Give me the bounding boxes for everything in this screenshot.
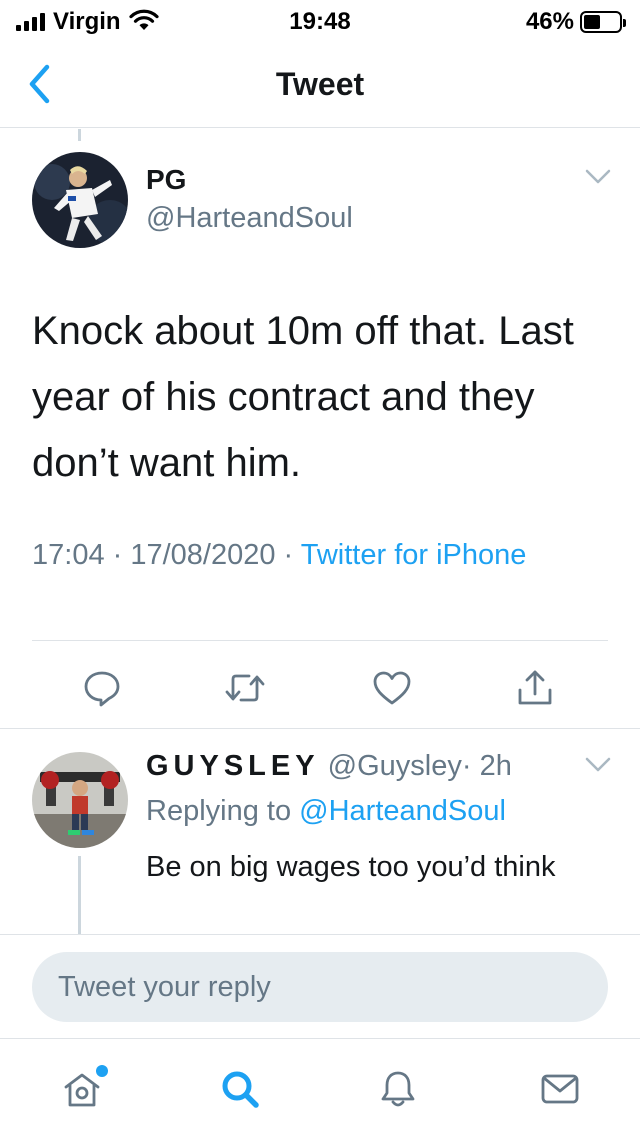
home-notification-dot — [96, 1065, 108, 1077]
reply-icon — [84, 671, 120, 707]
reply-options-button[interactable] — [584, 756, 612, 779]
retweet-icon — [225, 674, 265, 702]
tweet-text: Knock about 10m off that. Last year of h… — [32, 309, 574, 485]
divider — [0, 728, 640, 729]
tab-notifications[interactable] — [370, 1061, 426, 1117]
tab-messages[interactable] — [532, 1061, 588, 1117]
author-avatar[interactable] — [32, 152, 128, 248]
messages-icon — [541, 1074, 579, 1104]
tweet-actions — [0, 664, 640, 712]
replying-to-prefix: Replying to — [146, 795, 300, 827]
nav-bar: Tweet — [0, 40, 640, 128]
author-handle[interactable]: @HarteandSoul — [146, 202, 353, 235]
reply-author-name[interactable]: GUYSLEY — [146, 750, 320, 782]
reply-header: GUYSLEY @Guysley· 2h — [146, 750, 512, 783]
reply-composer-placeholder: Tweet your reply — [58, 970, 271, 1003]
reply-composer-input[interactable]: Tweet your reply — [32, 952, 608, 1022]
battery-level — [584, 15, 600, 29]
battery-icon — [580, 11, 626, 33]
tweet-options-button[interactable] — [584, 168, 612, 191]
retweet-button[interactable] — [221, 664, 269, 712]
divider — [0, 934, 640, 935]
reply-text: Be on big wages too you’d think — [146, 851, 556, 883]
divider — [32, 640, 608, 641]
like-button[interactable] — [368, 664, 416, 712]
chevron-down-icon — [585, 757, 611, 772]
thread-line — [78, 856, 81, 934]
tweet-source-link[interactable]: Twitter for iPhone — [301, 539, 527, 571]
replying-to-mention[interactable]: @HarteandSoul — [299, 795, 506, 827]
reply-button[interactable] — [78, 664, 126, 712]
share-icon — [518, 670, 552, 705]
replying-to: Replying to @HarteandSoul — [146, 795, 506, 828]
status-right: 46% — [525, 8, 626, 36]
tweet-timestamp: 17:04 · 17/08/2020 · — [32, 539, 301, 571]
tab-home[interactable] — [54, 1061, 110, 1117]
notifications-icon — [381, 1071, 415, 1107]
heart-icon — [373, 671, 411, 705]
reply-time: · 2h — [461, 750, 512, 782]
author-name[interactable]: PG — [146, 164, 186, 196]
tweet-meta: 17:04 · 17/08/2020 · Twitter for iPhone — [32, 534, 612, 576]
reply-author-handle[interactable]: @Guysley — [328, 750, 462, 782]
tab-bar — [0, 1039, 640, 1136]
page-title: Tweet — [275, 66, 365, 102]
status-bar: Virgin 19:48 46% — [0, 0, 640, 40]
chevron-down-icon — [585, 169, 611, 184]
reply-author-avatar[interactable] — [32, 752, 128, 848]
thread-line-top — [78, 129, 81, 141]
share-button[interactable] — [511, 664, 559, 712]
search-icon — [222, 1071, 259, 1108]
tab-search[interactable] — [212, 1061, 268, 1117]
battery-percent: 46% — [525, 8, 574, 35]
